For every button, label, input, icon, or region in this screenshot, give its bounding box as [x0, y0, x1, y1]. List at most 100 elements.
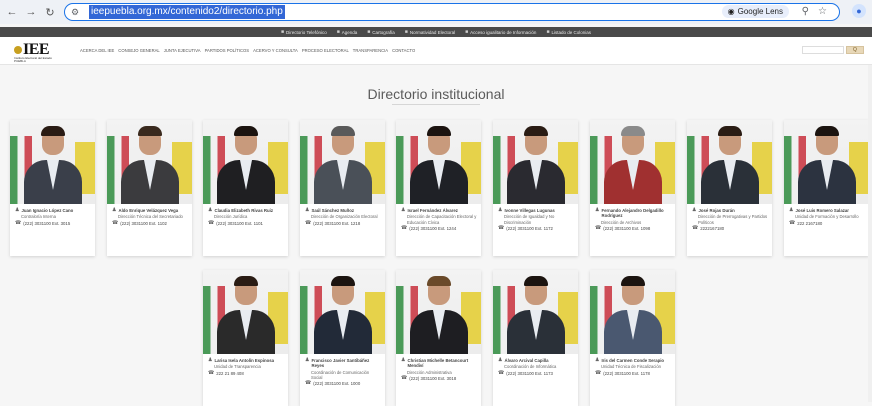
staff-info: ♟ Israel Fernández Álvarez Dirección de C… — [396, 204, 481, 256]
utility-link[interactable]: ■ Acceso igualitario de Información — [465, 29, 536, 35]
forward-icon[interactable]: → — [24, 5, 38, 19]
staff-phone[interactable]: (222) 3031100 Ext. 1098 — [603, 226, 650, 232]
staff-role: Dirección de Organización Electoral — [311, 214, 378, 220]
menu-item[interactable]: Consejo General — [118, 48, 159, 53]
staff-photo — [10, 120, 95, 204]
staff-hair — [621, 126, 645, 136]
google-lens-button[interactable]: ◉ Google Lens — [721, 5, 789, 18]
utility-link[interactable]: ■ Directorio Telefónico — [281, 29, 327, 35]
menu-item[interactable]: Partidos Políticos — [205, 48, 250, 53]
staff-info: ♟ Fernando Alejandro Delgadillo Rodríguez… — [590, 204, 675, 256]
user-icon: ♟ — [112, 207, 117, 213]
staff-name: José Luis Romero Salazar — [795, 208, 849, 213]
google-lens-label: Google Lens — [737, 7, 783, 16]
phone-icon: ☎ — [305, 380, 312, 387]
staff-phone[interactable]: (222) 3031100 Ext. 1172 — [506, 226, 553, 232]
user-icon: ♟ — [498, 207, 503, 213]
staff-card: ♟ Aldo Enrique Velázquez Vega Dirección T… — [107, 120, 192, 256]
staff-phone[interactable]: (222) 3031100 Ext. 1000 — [313, 381, 360, 387]
staff-photo — [396, 120, 481, 204]
staff-info: ♟ Juan Ignacio López Cano Contraloría Int… — [10, 204, 95, 256]
staff-name: Ivonne Villegas Lugunas — [504, 208, 555, 213]
staff-info: ♟ José Rojas Durán Dirección de Prerrogat… — [687, 204, 772, 256]
utility-link[interactable]: ■ Cartografía — [367, 29, 395, 35]
staff-name: Saúl Sánchez Muñoz — [311, 208, 354, 213]
page-scrollbar[interactable] — [868, 65, 872, 402]
menu-item[interactable]: Transparencia — [353, 48, 388, 53]
utility-link-label: Listado de Colonias — [551, 29, 591, 35]
utility-link[interactable]: ■ Normatividad Electoral — [405, 29, 455, 35]
staff-phone[interactable]: (222) 3031100 Ext. 3015 — [23, 221, 70, 227]
zoom-icon[interactable]: ⚲ — [802, 4, 809, 19]
staff-card: ♟ Francisco Javier Santibáñez Reyes Coord… — [300, 270, 385, 406]
staff-phone[interactable]: 222 21 89 408 — [216, 371, 243, 377]
staff-name: Israel Fernández Álvarez — [407, 208, 458, 213]
phone-icon: ☎ — [208, 219, 215, 226]
lens-icon: ◉ — [727, 7, 735, 16]
iee-logo[interactable]: IEE Instituto Electoral del Estado PUEBL… — [14, 41, 64, 63]
reload-icon[interactable]: ↻ — [43, 5, 57, 19]
phone-icon: ☎ — [595, 225, 602, 232]
url-text[interactable]: ieepuebla.org.mx/contenido2/directorio.p… — [89, 5, 285, 19]
staff-photo — [493, 270, 578, 354]
menu-item[interactable]: Acerca del IEE — [80, 48, 114, 53]
staff-phone[interactable]: (222) 3031100 Ext. 1218 — [313, 221, 360, 227]
phone-icon: ☎ — [498, 224, 505, 231]
profile-avatar-icon[interactable]: ● — [852, 4, 866, 18]
staff-name: Aldo Enrique Velázquez Vega — [118, 208, 179, 213]
phone-icon: ☎ — [401, 224, 408, 231]
phone-icon: ☎ — [498, 369, 505, 376]
staff-card: ♟ Larisa Isela Antolín Espinosa Unidad de… — [203, 270, 288, 406]
search-input[interactable] — [802, 46, 844, 54]
utility-link-label: Cartografía — [372, 29, 395, 35]
phone-icon: ☎ — [208, 369, 215, 376]
staff-card: ♟ Juan Ignacio López Cano Contraloría Int… — [10, 120, 95, 256]
staff-role: Unidad Técnica de Fiscalización — [601, 364, 661, 370]
user-icon: ♟ — [595, 207, 600, 213]
staff-info: ♟ Francisco Javier Santibáñez Reyes Coord… — [300, 354, 385, 406]
staff-photo — [203, 120, 288, 204]
staff-role: Dirección de Capacitación Electoral y Ed… — [407, 214, 477, 225]
staff-phone[interactable]: 222 2167180 — [797, 221, 822, 227]
staff-photo — [300, 270, 385, 354]
staff-phone[interactable]: (222) 3031100 Ext. 3018 — [409, 376, 456, 382]
utility-link-icon: ■ — [280, 29, 285, 35]
phone-icon: ☎ — [15, 219, 22, 226]
utility-link-label: Agenda — [341, 29, 358, 35]
staff-name: Francisco Javier Santibáñez Reyes — [311, 358, 370, 369]
site-header: IEE Instituto Electoral del Estado PUEBL… — [0, 37, 872, 65]
menu-item[interactable]: Contacto — [392, 48, 415, 53]
page-title: Directorio institucional — [367, 86, 505, 102]
user-icon: ♟ — [208, 207, 213, 213]
staff-info: ♟ Aldo Enrique Velázquez Vega Dirección T… — [107, 204, 192, 256]
staff-info: ♟ Claudia Elizabeth Rivas Ruiz Dirección … — [203, 204, 288, 256]
address-bar[interactable]: ⚙ ieepuebla.org.mx/contenido2/directorio… — [64, 3, 840, 21]
staff-phone[interactable]: (222) 3031100 Ext. 1101 — [216, 221, 263, 227]
search-button[interactable]: Q — [846, 46, 864, 54]
phone-icon: ☎ — [112, 219, 119, 226]
site-info-icon[interactable]: ⚙ — [71, 5, 87, 19]
phone-icon: ☎ — [305, 219, 312, 226]
bookmark-star-icon[interactable]: ☆ — [818, 4, 827, 19]
phone-icon: ☎ — [789, 219, 796, 226]
search-icon: Q — [853, 47, 857, 53]
staff-photo — [493, 120, 578, 204]
back-icon[interactable]: ← — [5, 5, 19, 19]
staff-phone[interactable]: (222) 3031100 Ext. 1173 — [506, 371, 553, 377]
staff-name: Iris del Carmen Conde Serapio — [601, 358, 665, 363]
menu-item[interactable]: Junta Ejecutiva — [164, 48, 201, 53]
menu-item[interactable]: Acervo y Consulta — [253, 48, 298, 53]
staff-phone[interactable]: (222) 3031100 Ext. 1102 — [120, 221, 167, 227]
staff-phone[interactable]: (222) 3031100 Ext. 1178 — [603, 371, 650, 377]
user-icon: ♟ — [305, 207, 310, 213]
staff-phone[interactable]: (222) 3031100 Ext. 1244 — [409, 226, 456, 232]
main-menu: Acerca del IEE Consejo General Junta Ejecu… — [80, 48, 415, 53]
utility-link-label: Directorio Telefónico — [286, 29, 327, 35]
utility-link[interactable]: ■ Agenda — [337, 29, 358, 35]
staff-role: Coordinación de Informática — [504, 364, 557, 370]
title-divider — [392, 104, 480, 105]
utility-link[interactable]: ■ Listado de Colonias — [546, 29, 591, 35]
menu-item[interactable]: Proceso Electoral — [302, 48, 349, 53]
staff-phone[interactable]: 2222167180 — [700, 226, 724, 232]
staff-role: Unidad de Formación y Desarrollo — [795, 214, 859, 220]
